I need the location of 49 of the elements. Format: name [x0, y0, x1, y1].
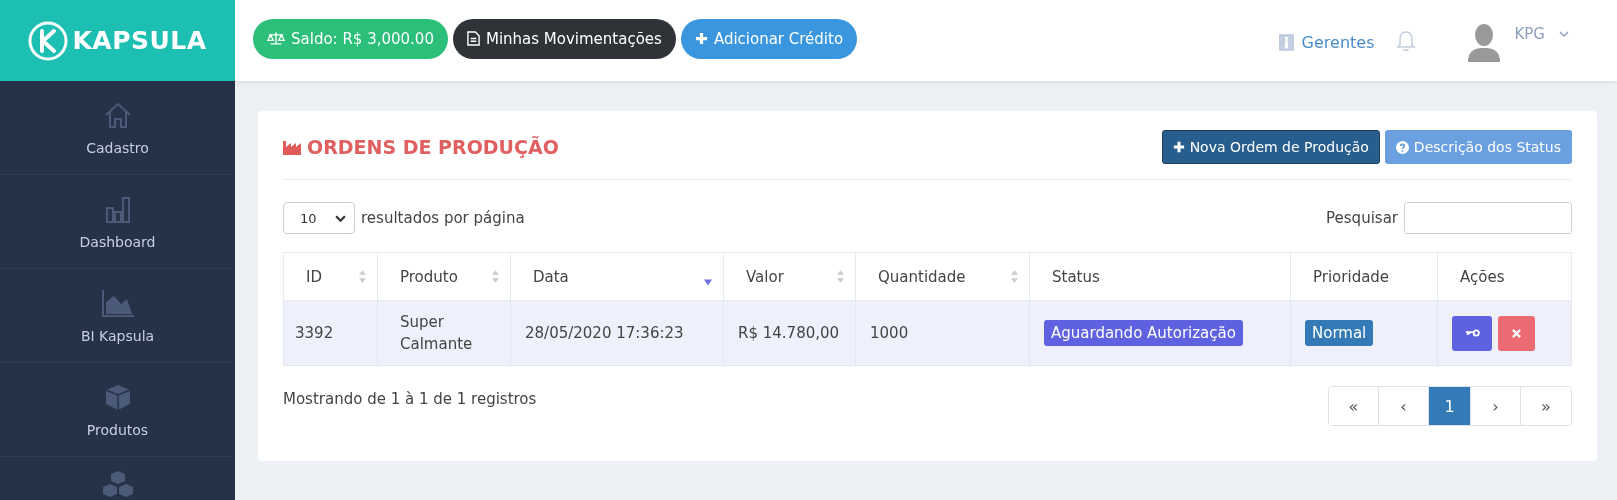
- search-field[interactable]: [1404, 202, 1572, 234]
- table-cell: 1000: [855, 300, 1030, 366]
- new-order-button[interactable]: Nova Ordem de Produção: [1161, 130, 1380, 164]
- column-header[interactable]: Produto: [377, 252, 511, 301]
- sidebar-item[interactable]: Cadastro: [0, 81, 235, 175]
- column-header[interactable]: Data: [510, 252, 724, 301]
- panel-title: ORDENS DE PRODUÇÃO: [283, 136, 559, 158]
- factory-icon: [283, 139, 301, 155]
- close-icon: [1512, 328, 1521, 338]
- tie-icon: [1278, 34, 1294, 51]
- table-cell: 28/05/2020 17:36:23: [510, 300, 724, 366]
- status-badge: Aguardando Autorização: [1044, 320, 1243, 346]
- page-button[interactable]: 1: [1429, 387, 1471, 425]
- statement-button[interactable]: Minhas Movimentações: [452, 18, 676, 59]
- column-header[interactable]: ID: [283, 252, 378, 301]
- notification-bell-icon[interactable]: [1396, 29, 1417, 52]
- page-size-select[interactable]: 10: [283, 202, 355, 234]
- sidebar-item[interactable]: Produtos: [0, 363, 235, 457]
- plus-icon: [1172, 141, 1185, 153]
- brand-name: KAPSULA: [72, 26, 207, 55]
- column-header: Prioridade: [1290, 252, 1438, 301]
- page-button[interactable]: «: [1329, 387, 1379, 425]
- column-header[interactable]: Quantidade: [855, 252, 1030, 301]
- page-size-label: resultados por página: [361, 209, 525, 227]
- avatar-icon: [1468, 21, 1501, 62]
- logo-icon: [28, 20, 69, 61]
- search-label: Pesquisar: [1326, 209, 1398, 227]
- results-summary: Mostrando de 1 à 1 de 1 registros: [283, 390, 537, 408]
- document-icon: [466, 31, 480, 46]
- column-header: Ações: [1437, 252, 1572, 301]
- scale-icon: [267, 31, 285, 46]
- priority-badge: Normal: [1305, 320, 1374, 346]
- chevron-down-icon: [1559, 30, 1569, 37]
- column-header: Status: [1029, 252, 1291, 301]
- key-icon: [1464, 329, 1480, 337]
- delete-button[interactable]: [1498, 315, 1535, 351]
- table-cell: 3392: [283, 300, 378, 366]
- cubes-icon[interactable]: [100, 469, 135, 499]
- area-chart-icon: [100, 287, 135, 318]
- sidebar-item[interactable]: BI Kapsula: [0, 269, 235, 363]
- table-cell: Super Calmante: [377, 300, 511, 366]
- authorize-button[interactable]: [1452, 315, 1492, 351]
- plus-icon: [694, 32, 708, 45]
- chevron-down-icon: [335, 214, 346, 222]
- managers-link[interactable]: Gerentes: [1278, 33, 1375, 52]
- sidebar-item[interactable]: Dashboard: [0, 175, 235, 269]
- question-icon: [1395, 140, 1409, 154]
- column-header[interactable]: Valor: [723, 252, 856, 301]
- table-cell: R$ 14.780,00: [723, 300, 856, 366]
